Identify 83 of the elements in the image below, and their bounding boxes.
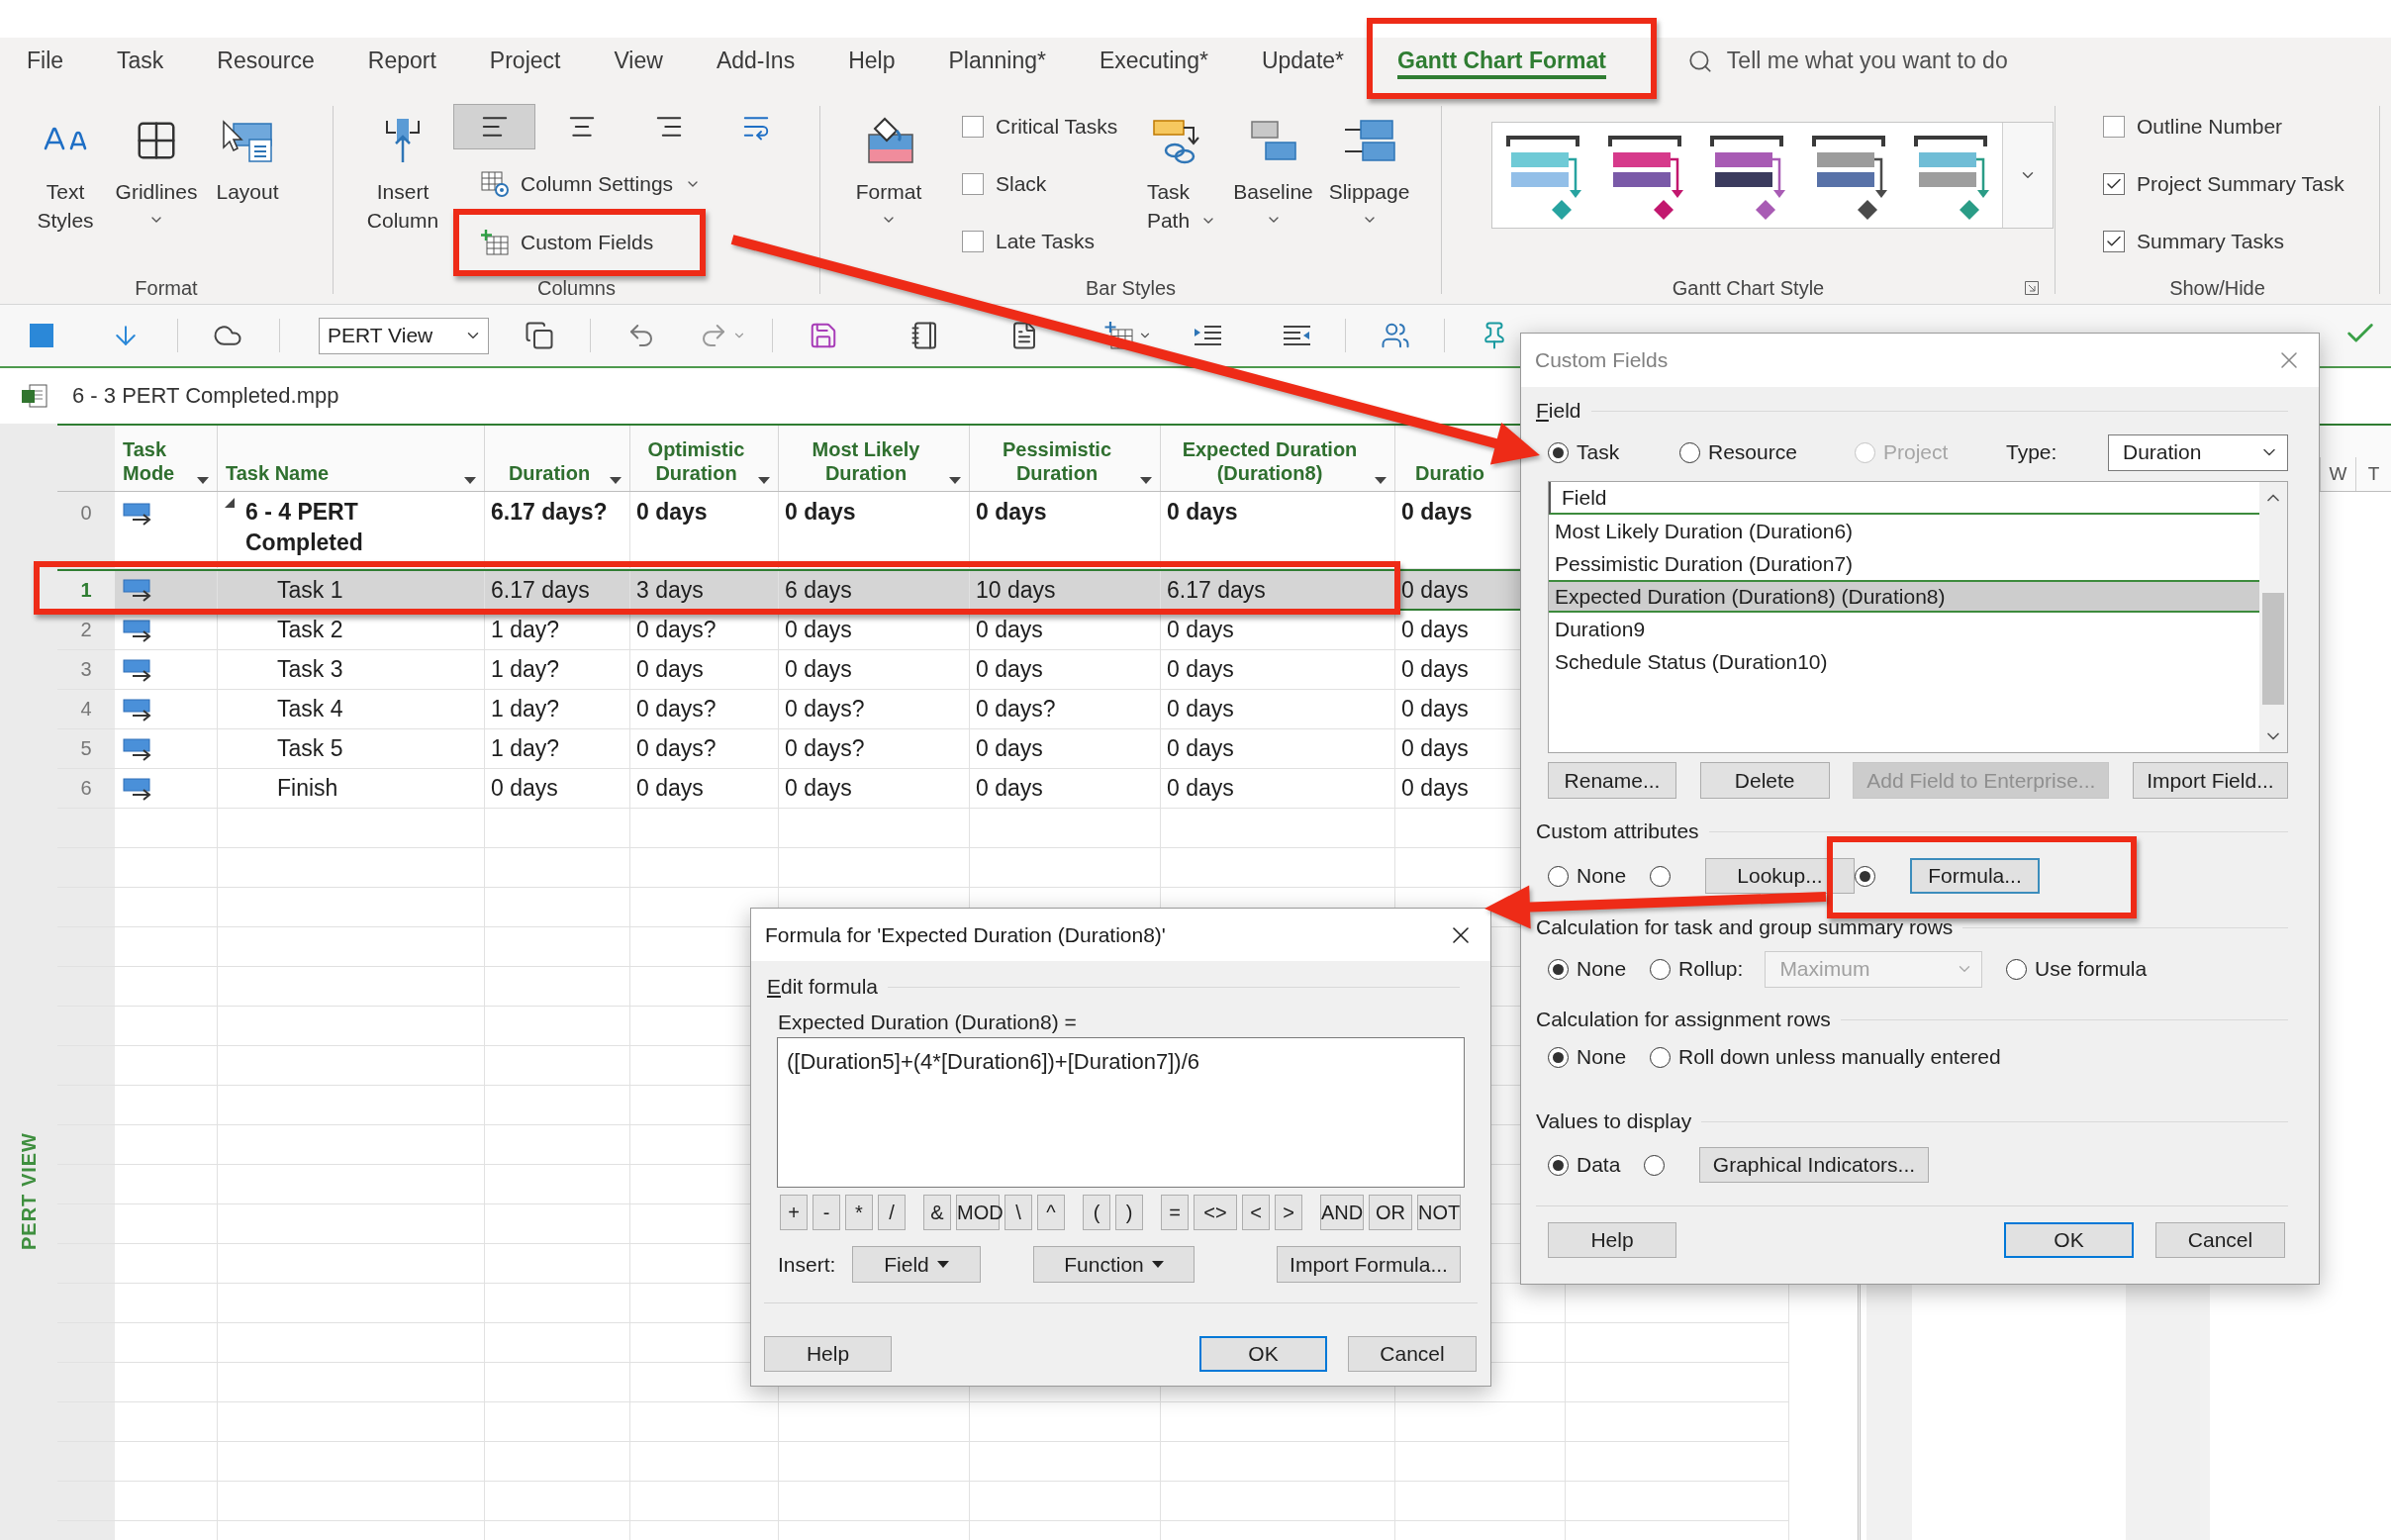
table-cell: 0 days: [630, 769, 779, 808]
table-cell: 0 days?: [970, 690, 1161, 728]
checkbox-label: Outline Number: [2137, 115, 2283, 139]
table-cell: 6.17 days?: [485, 492, 630, 568]
task-name: 6 - 4 PERT Completed: [245, 498, 364, 557]
group-label: Format: [135, 276, 198, 300]
task-name: Finish: [277, 774, 338, 803]
table-cell: 3 days: [630, 571, 779, 609]
table-cell: 0 days: [779, 611, 970, 649]
table-cell: 0 days: [1161, 690, 1395, 728]
checkbox-label: Slack: [996, 172, 1047, 196]
table-cell: 0 days: [1161, 492, 1395, 568]
table-cell: 0 days?: [630, 729, 779, 768]
table-cell: 0 days: [1161, 769, 1395, 808]
table-cell: 0 days: [779, 650, 970, 689]
table-cell: 0 days: [1161, 611, 1395, 649]
section-label: Calculation for task and group summary rows: [1536, 915, 1954, 939]
table-cell: 0 days: [1161, 650, 1395, 689]
checkbox-label: Summary Tasks: [2137, 230, 2284, 253]
insert-label: Insert:: [778, 1252, 837, 1277]
radio-label: Use formula: [2035, 957, 2148, 981]
checkbox-label: Project Summary Task: [2137, 172, 2344, 196]
task-name: Task 1: [277, 575, 343, 605]
table-cell: 0 days: [970, 611, 1161, 649]
radio-label: Resource: [1708, 440, 1797, 464]
table-cell: 0 days: [630, 650, 779, 689]
table-cell: 0 days: [970, 729, 1161, 768]
dialog-title: Custom Fields: [1535, 348, 1670, 372]
task-name: Task 4: [277, 695, 343, 723]
row-number: 6: [57, 769, 115, 808]
radio-label: Project: [1883, 440, 1949, 464]
table-cell: 6.17 days: [485, 571, 630, 609]
radio-label: Roll down unless manually entered: [1678, 1045, 2001, 1069]
group-label: Columns: [537, 276, 616, 300]
checkbox-label: Critical Tasks: [996, 115, 1118, 139]
table-cell: 0 days?: [630, 690, 779, 728]
table-cell: 0 days: [779, 769, 970, 808]
table-cell: 6.17 days: [1161, 571, 1395, 609]
view-label: PERT VIEW: [17, 1132, 41, 1250]
table-cell: 0 days: [630, 492, 779, 568]
radio-label: Rollup:: [1678, 957, 1744, 981]
row-number: 1: [57, 571, 115, 609]
group-label: Gantt Chart Style: [1672, 276, 1825, 300]
list-header: Field: [1549, 482, 2259, 515]
table-cell: 1 day?: [485, 729, 630, 768]
table-cell: 0 days?: [779, 729, 970, 768]
radio-label: None: [1577, 957, 1627, 981]
group-label: Show/Hide: [2169, 276, 2265, 300]
row-number: 5: [57, 729, 115, 768]
table-cell: 6 days: [779, 571, 970, 609]
section-label: Edit formula: [767, 975, 879, 999]
checkbox-label: Late Tasks: [996, 230, 1095, 253]
row-number: 3: [57, 650, 115, 689]
table-cell: 0 days: [779, 492, 970, 568]
table-cell: 10 days: [970, 571, 1161, 609]
radio-label: None: [1577, 864, 1627, 888]
table-cell: 0 days?: [630, 611, 779, 649]
table-cell: 0 days: [970, 650, 1161, 689]
table-cell: 0 days?: [779, 690, 970, 728]
file-name: 6 - 3 PERT Completed.mpp: [72, 383, 339, 409]
task-name: Task 3: [277, 655, 343, 684]
type-label: Type:: [2006, 440, 2057, 464]
table-cell: 0 days: [1161, 729, 1395, 768]
table-cell: 0 days: [485, 769, 630, 808]
table-cell: 1 day?: [485, 650, 630, 689]
row-number: 4: [57, 690, 115, 728]
dialog-title: Formula for 'Expected Duration (Duration8)': [765, 922, 1167, 947]
timescale-label: T: [2355, 457, 2391, 491]
section-label: Custom attributes: [1536, 819, 1699, 843]
radio-label: Data: [1577, 1153, 1621, 1177]
group-label: Bar Styles: [1085, 276, 1177, 300]
table-cell: 0 days: [970, 769, 1161, 808]
radio-label: None: [1577, 1045, 1627, 1069]
task-name: Task 2: [277, 616, 343, 644]
field-label: Expected Duration (Duration8) =: [778, 1010, 1078, 1035]
table-cell: 1 day?: [485, 690, 630, 728]
section-label: Field: [1536, 399, 1581, 423]
task-name: Task 5: [277, 734, 343, 763]
table-cell: 1 day?: [485, 611, 630, 649]
section-label: Calculation for assignment rows: [1536, 1008, 1831, 1031]
section-label: Values to display: [1536, 1109, 1692, 1133]
table-cell: 0 days: [970, 492, 1161, 568]
radio-label: Task: [1577, 440, 1620, 464]
